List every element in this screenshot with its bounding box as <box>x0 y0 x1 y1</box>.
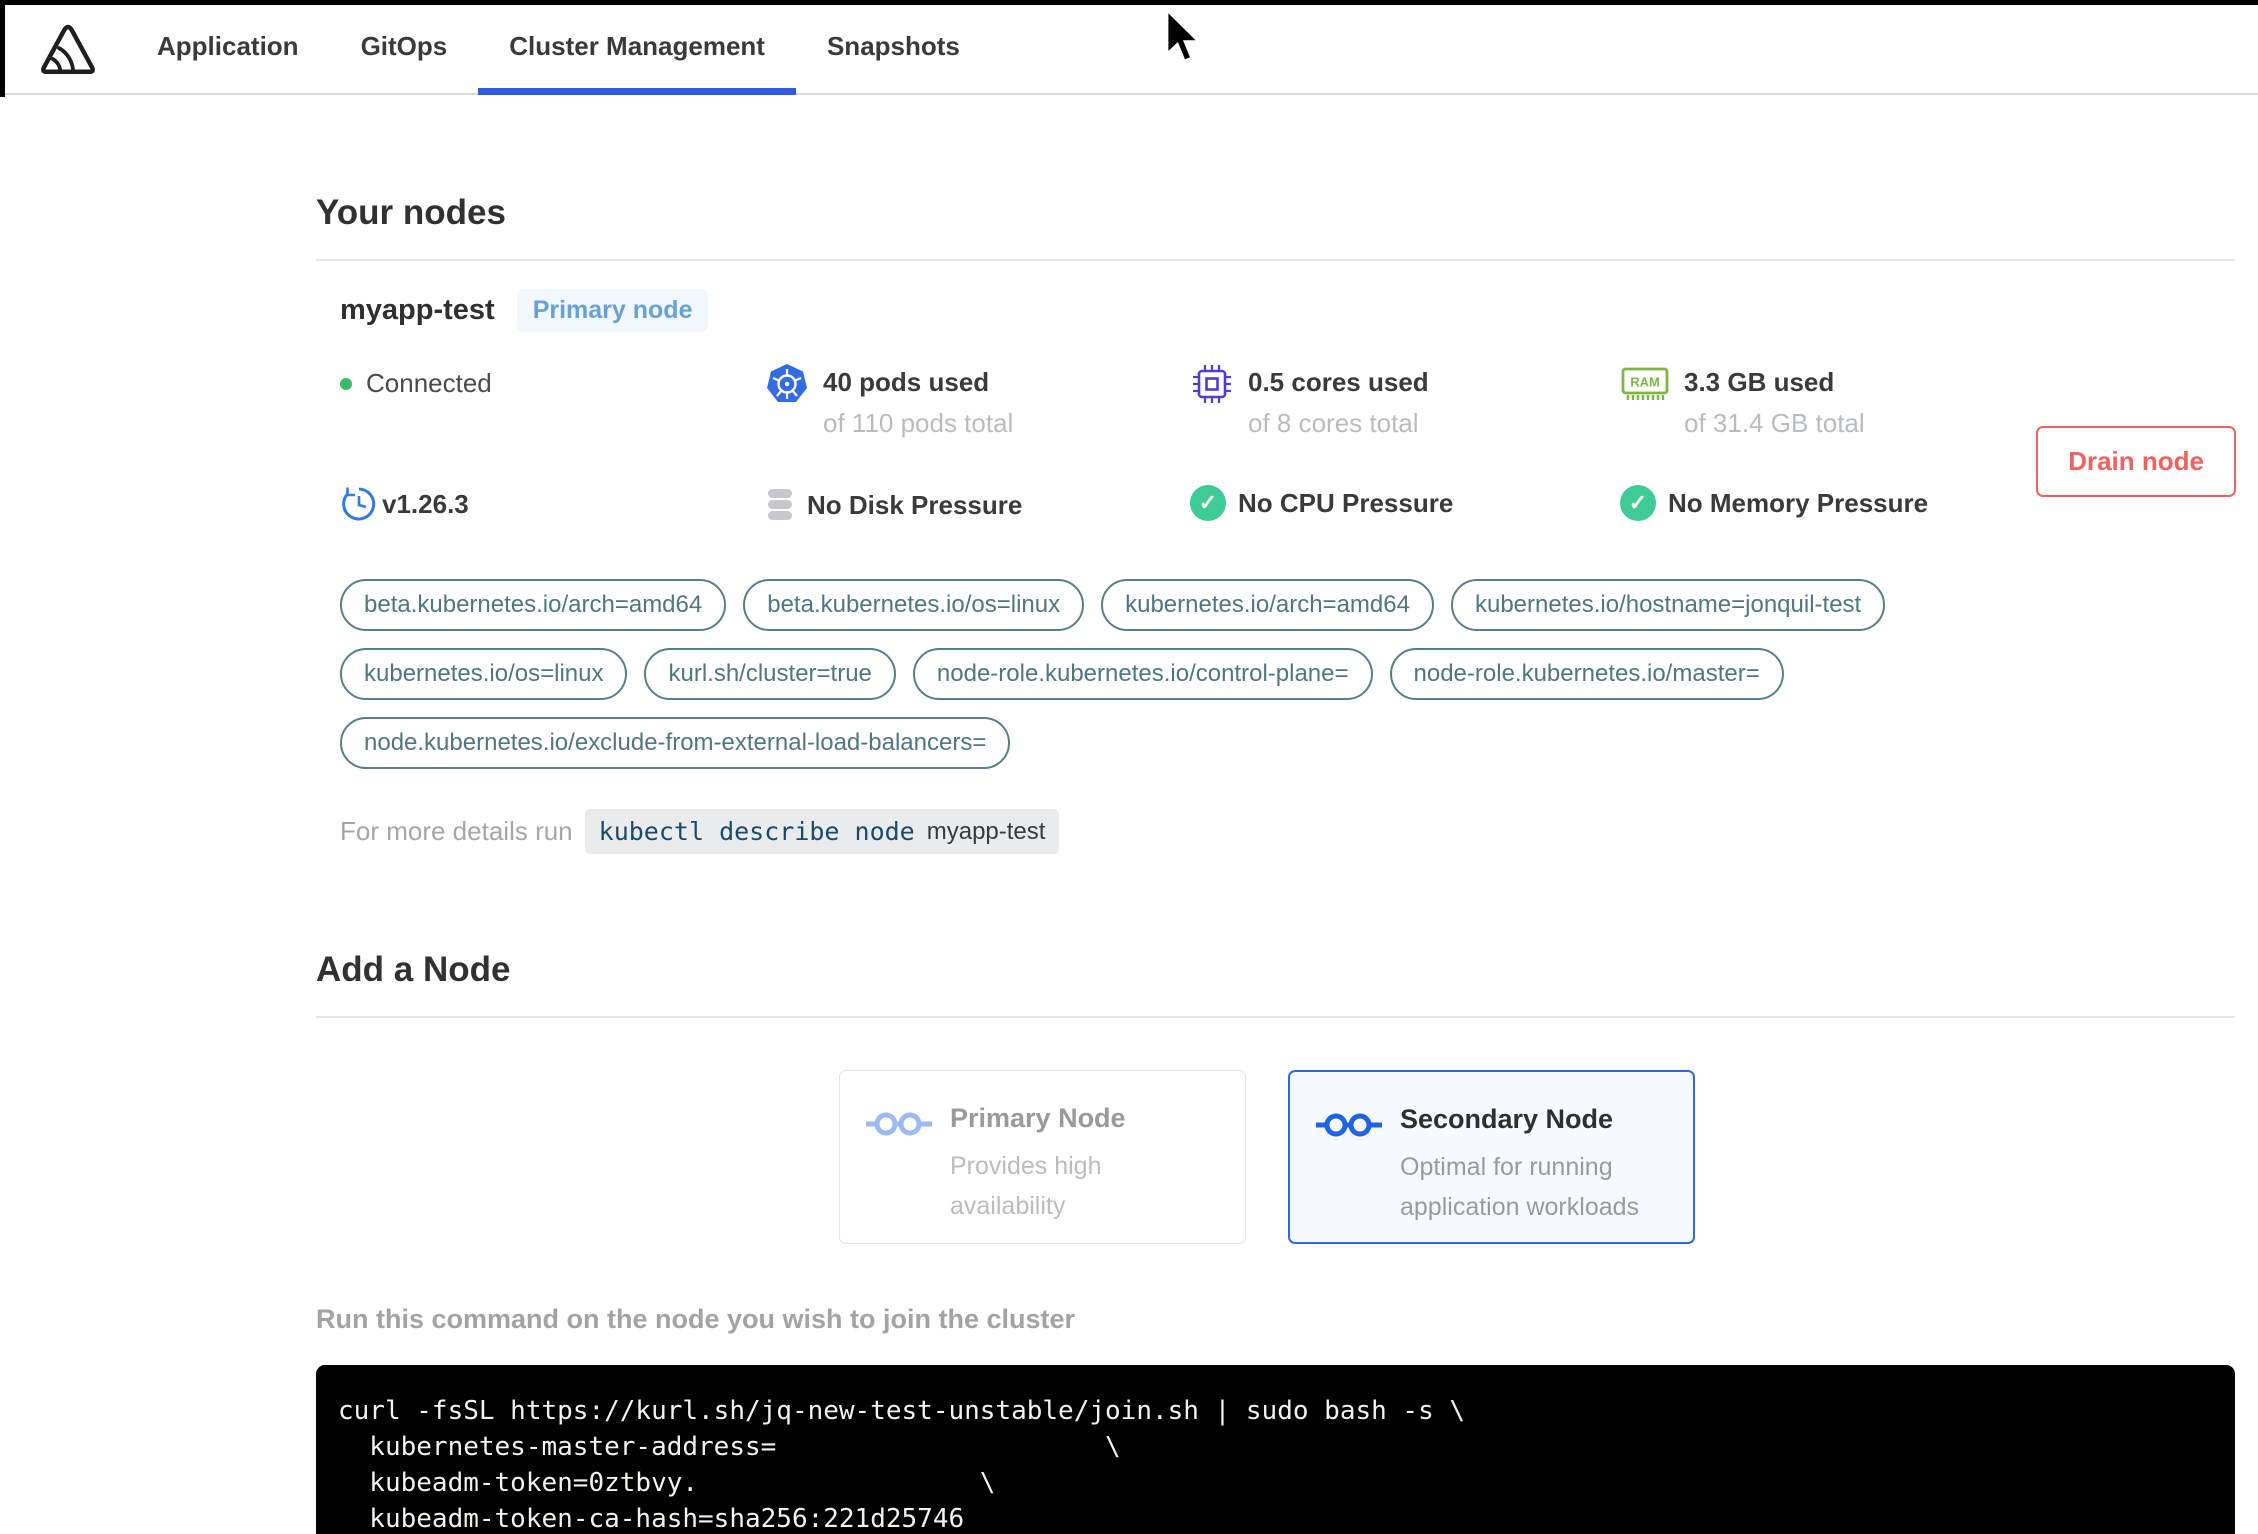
details-prefix: For more details run <box>340 816 573 846</box>
mouse-cursor-icon <box>1165 8 1203 64</box>
terminal-line: kubeadm-token-ca-hash=sha256:221d25746 <box>338 1504 965 1534</box>
terminal-line: curl -fsSL https://kurl.sh/jq-new-test-u… <box>338 1396 1466 1426</box>
pods-stat: 40 pods used of 110 pods total <box>765 362 1190 439</box>
check-icon: ✓ <box>1620 485 1656 521</box>
cores-total: of 8 cores total <box>1248 408 1419 438</box>
pods-total: of 110 pods total <box>823 408 1014 438</box>
main-content: Your nodes myapp-test Primary node Conne… <box>0 95 2258 1534</box>
primary-node-badge: Primary node <box>516 289 709 332</box>
cpu-icon <box>1193 365 1231 403</box>
kubectl-node-arg: myapp-test <box>926 817 1046 845</box>
add-node-title: Add a Node <box>316 950 511 989</box>
your-nodes-title: Your nodes <box>316 193 506 232</box>
primary-node-option-subtitle: Provides high availability <box>950 1152 1102 1220</box>
node-label-pill: beta.kubernetes.io/arch=amd64 <box>340 579 727 631</box>
memory-pressure-label: No Memory Pressure <box>1668 487 1929 518</box>
terminal-line: kubernetes-master-address= \ <box>338 1432 1121 1462</box>
drain-node-button[interactable]: Drain node <box>2036 426 2236 497</box>
join-command-label: Run this command on the node you wish to… <box>316 1304 1076 1334</box>
status-label: Connected <box>366 368 492 398</box>
memory-used: 3.3 GB used <box>1684 367 1835 397</box>
memory-total: of 31.4 GB total <box>1684 408 1865 438</box>
terminal-line: kubeadm-token=0ztbvy. \ <box>338 1468 996 1498</box>
svg-text:RAM: RAM <box>1630 375 1660 390</box>
window-edge-left <box>0 0 5 97</box>
node-label-pill: node.kubernetes.io/exclude-from-external… <box>340 717 1011 769</box>
nodes-icon <box>866 1112 932 1136</box>
cluster-management-page: Application GitOps Cluster Management Sn… <box>0 0 2258 1534</box>
node-type-options: Primary Node Provides high availability … <box>839 1070 2235 1244</box>
top-nav: Application GitOps Cluster Management Sn… <box>0 0 2258 95</box>
nav-tabs: Application GitOps Cluster Management Sn… <box>126 0 991 95</box>
secondary-node-option[interactable]: Secondary Node Optimal for running appli… <box>1288 1070 1695 1244</box>
node-label-pill: kurl.sh/cluster=true <box>644 648 896 700</box>
cores-used: 0.5 cores used <box>1248 367 1429 397</box>
replicated-logo-icon[interactable] <box>36 18 100 82</box>
node-name: myapp-test <box>340 294 495 326</box>
node-stats-grid: Connected 40 pods used of 110 pods total… <box>340 362 2235 525</box>
node-name-row: myapp-test Primary node <box>340 289 2235 332</box>
node-status: Connected <box>340 362 765 399</box>
node-label-pill: beta.kubernetes.io/os=linux <box>743 579 1085 631</box>
node-label-pill: kubernetes.io/hostname=jonquil-test <box>1450 579 1886 631</box>
tab-snapshots[interactable]: Snapshots <box>796 0 991 93</box>
disk-pressure-status: No Disk Pressure <box>765 485 1190 525</box>
kubernetes-pods-icon <box>767 364 807 402</box>
node-card: myapp-test Primary node Connected 40 pod… <box>316 261 2236 854</box>
nodes-icon <box>1316 1113 1382 1137</box>
node-label-pill: kubernetes.io/arch=amd64 <box>1101 579 1434 631</box>
tab-cluster-management[interactable]: Cluster Management <box>478 0 796 95</box>
ram-icon: RAM <box>1621 367 1669 400</box>
primary-node-option[interactable]: Primary Node Provides high availability <box>839 1070 1246 1244</box>
secondary-node-option-subtitle: Optimal for running application workload… <box>1400 1153 1640 1221</box>
tab-application[interactable]: Application <box>126 0 330 93</box>
disk-pressure-label: No Disk Pressure <box>807 489 1023 520</box>
cpu-pressure-label: No CPU Pressure <box>1238 487 1454 518</box>
node-labels: beta.kubernetes.io/arch=amd64 beta.kuber… <box>340 579 1960 769</box>
node-label-pill: node-role.kubernetes.io/master= <box>1389 648 1784 700</box>
kubectl-command: kubectl describe node <box>598 817 915 846</box>
node-label-pill: node-role.kubernetes.io/control-plane= <box>912 648 1373 700</box>
disk-icon <box>768 489 792 520</box>
join-command-terminal: curl -fsSL https://kurl.sh/jq-new-test-u… <box>316 1365 2235 1534</box>
check-icon: ✓ <box>1190 485 1226 521</box>
tab-gitops[interactable]: GitOps <box>330 0 479 93</box>
status-dot-icon <box>340 377 352 390</box>
kubectl-describe-chip: kubectl describe node myapp-test <box>584 809 1060 854</box>
section-divider <box>316 1016 2235 1018</box>
cores-stat: 0.5 cores used of 8 cores total <box>1190 362 1620 439</box>
node-label-pill: kubernetes.io/os=linux <box>340 648 628 700</box>
pods-used: 40 pods used <box>823 367 990 397</box>
cpu-pressure-status: ✓ No CPU Pressure <box>1190 485 1620 521</box>
version-history-icon <box>342 487 376 521</box>
version-label: v1.26.3 <box>382 488 469 519</box>
primary-node-option-title: Primary Node <box>950 1103 1126 1133</box>
node-details-row: For more details run kubectl describe no… <box>340 809 2235 854</box>
node-version: v1.26.3 <box>340 485 765 523</box>
secondary-node-option-title: Secondary Node <box>1400 1104 1614 1134</box>
